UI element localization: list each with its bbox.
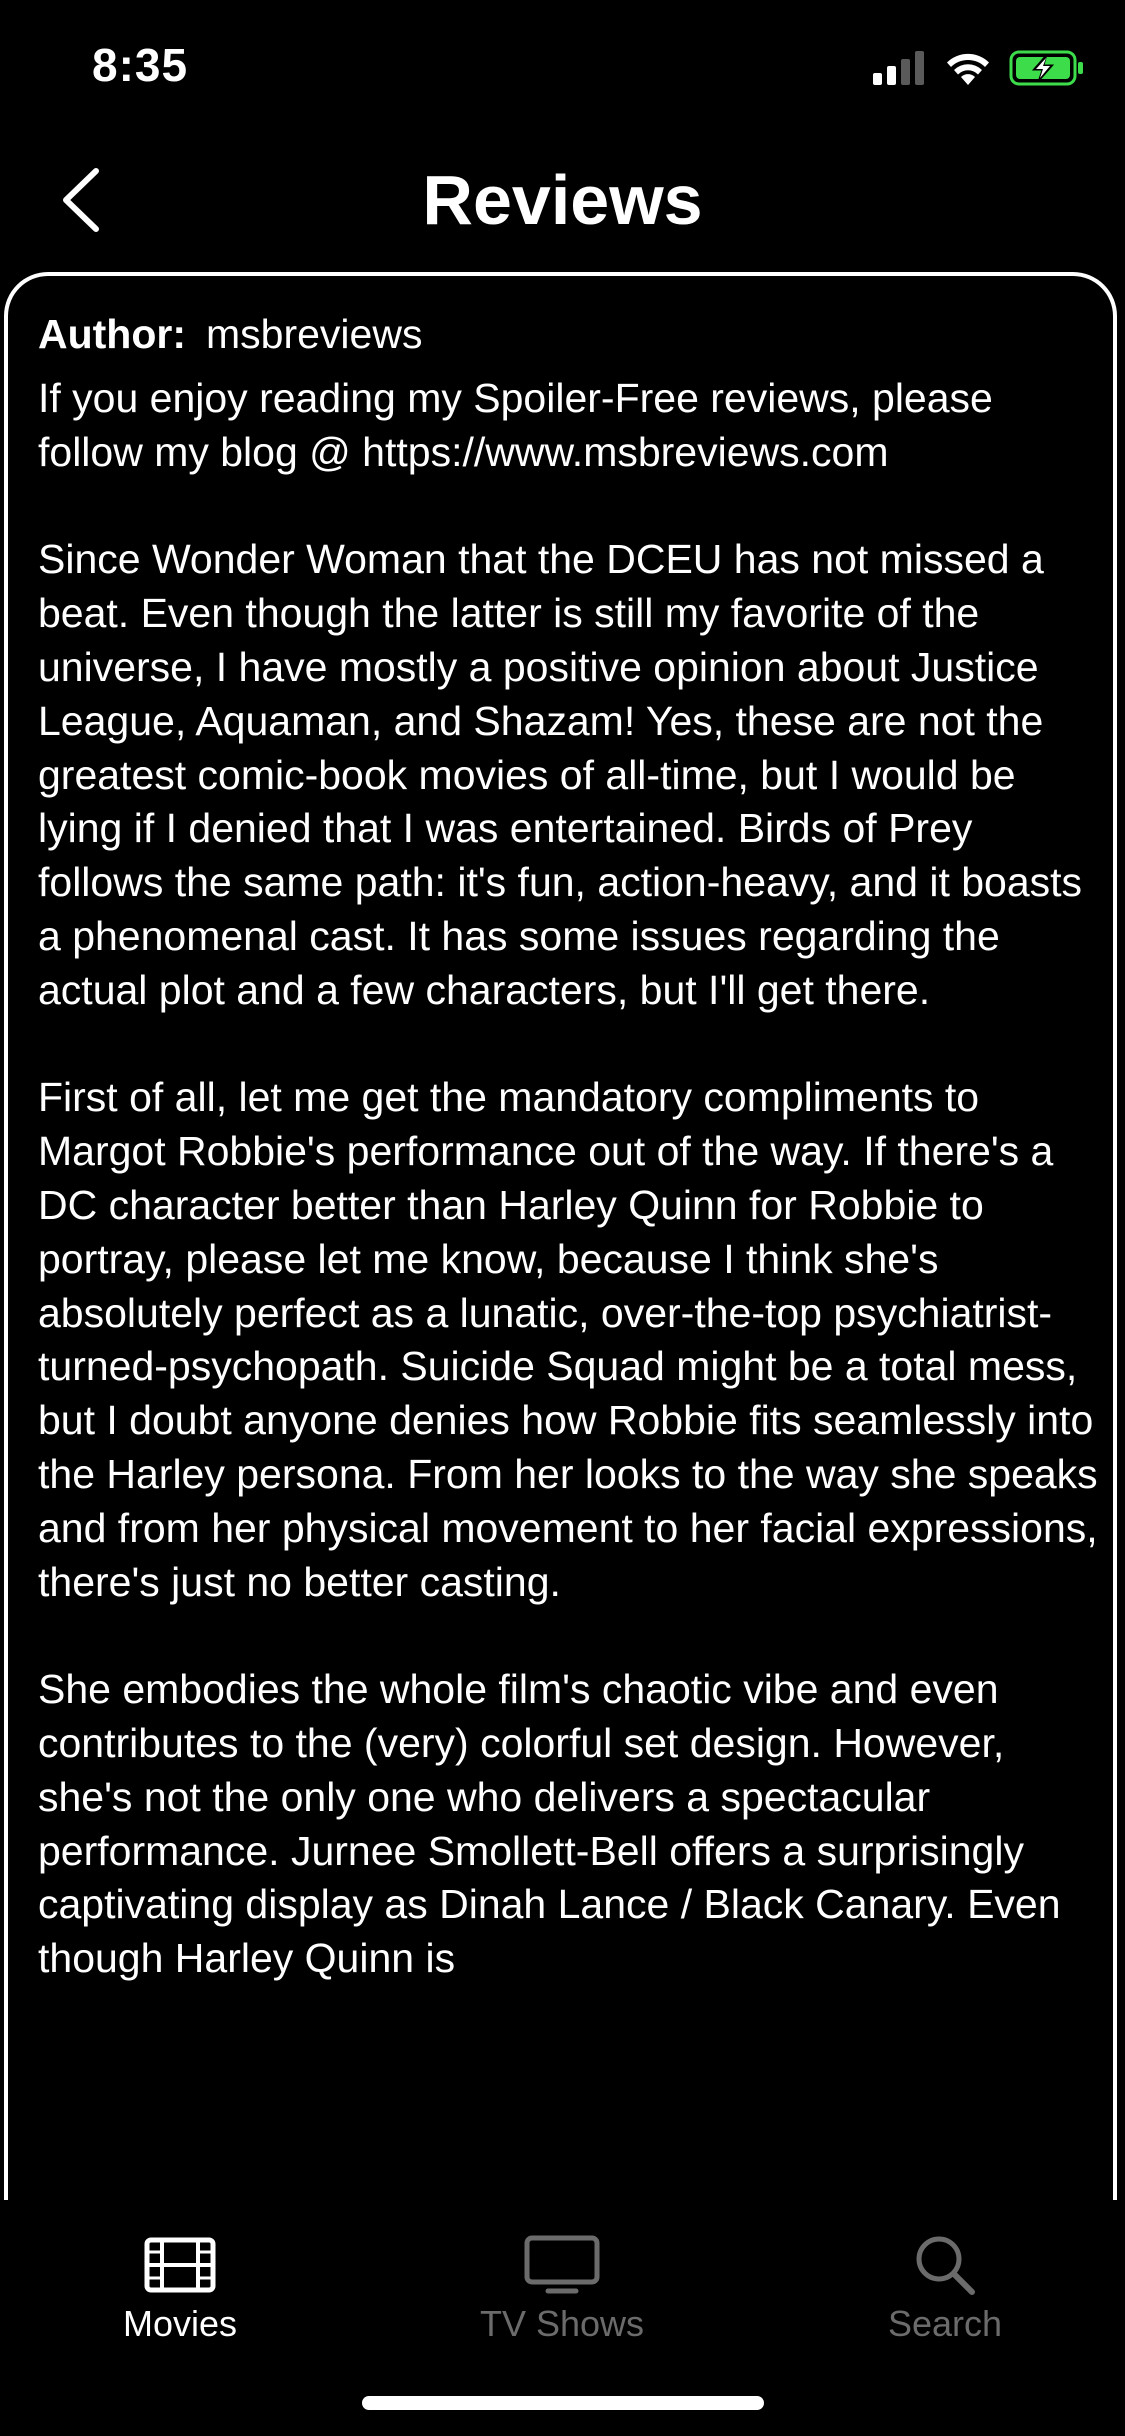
author-name: msbreviews [206,311,423,357]
wifi-icon [945,51,991,90]
tab-tv-shows[interactable]: TV Shows [432,2230,692,2346]
cellular-signal-icon [873,50,927,90]
review-text: If you enjoy reading my Spoiler-Free rev… [38,375,1098,1982]
battery-charging-icon [1009,50,1085,91]
status-time: 8:35 [92,39,189,91]
status-bar: 8:35 [0,0,1125,140]
tab-movies[interactable]: Movies [50,2230,310,2346]
author-label: Author: [38,311,187,357]
search-icon [914,2230,976,2300]
nav-header: Reviews [0,140,1125,270]
review-card[interactable]: Author: msbreviews If you enjoy reading m… [4,272,1117,2232]
tab-search[interactable]: Search [815,2230,1075,2346]
tab-label-movies: Movies [122,2303,238,2344]
film-icon [144,2230,216,2300]
tv-icon [524,2230,600,2300]
status-icons [873,50,1085,90]
page-title: Reviews [422,161,703,239]
home-indicator[interactable] [362,2396,764,2410]
tab-label-search: Search [887,2303,1003,2344]
author-line: Author: msbreviews [38,308,422,360]
tab-label-tv-shows: TV Shows [479,2303,645,2344]
